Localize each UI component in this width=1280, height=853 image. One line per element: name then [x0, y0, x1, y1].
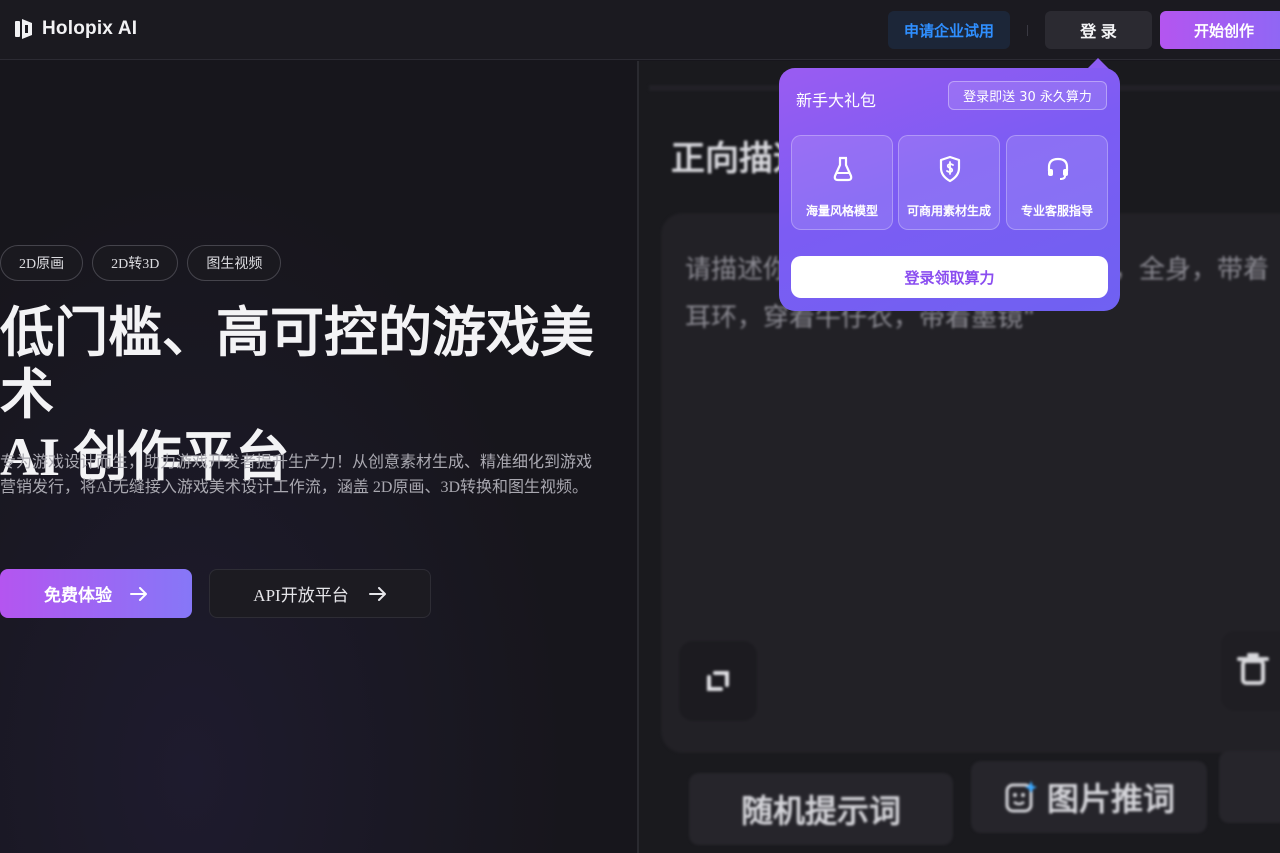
enterprise-trial-button[interactable]: 申请企业试用	[888, 11, 1010, 49]
random-prompt-chip: 随机提示词	[689, 773, 953, 845]
holopix-logo-icon	[15, 19, 32, 39]
flask-icon	[833, 156, 853, 182]
delete-button	[1221, 631, 1280, 711]
newbie-gift-popover: 新手大礼包 登录即送 30 永久算力 海量风格模型 可商用素材生成 专业客服指导…	[779, 68, 1120, 311]
arrow-right-icon	[130, 586, 147, 601]
expand-icon	[707, 671, 729, 691]
arrow-right-icon	[368, 586, 386, 601]
logo[interactable]: Holopix AI	[14, 17, 137, 41]
benefit-label-models: 海量风格模型	[805, 204, 878, 218]
top-nav: Holopix AI 申请企业试用 登 录 开始创作	[0, 0, 1280, 60]
image-smile-icon	[1005, 781, 1037, 813]
image-prompt-label: 图片推词	[1046, 780, 1175, 818]
free-trial-button[interactable]: 免费体验	[0, 569, 192, 618]
claim-credits-button[interactable]: 登录领取算力	[791, 256, 1108, 298]
hero-description: 专为游戏设计而生，助力游戏开发者提升生产力！从创意素材生成、精准细化到游戏营销发…	[0, 454, 593, 496]
image-prompt-chip: 图片推词	[971, 761, 1207, 833]
popover-badge: 登录即送 30 永久算力	[948, 81, 1107, 110]
api-platform-label: API开放平台	[253, 586, 349, 605]
logo-text: Holopix AI	[42, 18, 138, 39]
login-button[interactable]: 登 录	[1045, 11, 1152, 49]
benefit-card-commercial: 可商用素材生成	[898, 135, 1000, 230]
hero-title-line-1: 低门槛、高可控的游戏美术	[0, 303, 594, 425]
api-platform-button[interactable]: API开放平台	[209, 569, 431, 618]
tag-2d-to-3d[interactable]: 2D转3D	[92, 245, 179, 281]
popover-title: 新手大礼包	[796, 91, 877, 110]
expand-button	[679, 641, 757, 721]
free-trial-label: 免费体验	[44, 586, 112, 605]
tag-image-to-video[interactable]: 图生视频	[187, 245, 282, 281]
benefit-label-commercial: 可商用素材生成	[906, 204, 991, 218]
header-divider	[1027, 25, 1028, 36]
feature-tags: 2D原画 2D转3D 图生视频	[0, 245, 282, 281]
trash-icon	[1237, 653, 1269, 685]
start-creating-button[interactable]: 开始创作	[1160, 11, 1280, 49]
benefit-card-models: 海量风格模型	[791, 135, 893, 230]
benefit-card-support: 专业客服指导	[1006, 135, 1108, 230]
tag-2d-art[interactable]: 2D原画	[0, 245, 84, 281]
benefit-label-support: 专业客服指导	[1020, 204, 1093, 218]
shield-dollar-icon	[939, 155, 961, 183]
headset-icon	[1047, 157, 1069, 180]
more-chip	[1219, 751, 1280, 823]
